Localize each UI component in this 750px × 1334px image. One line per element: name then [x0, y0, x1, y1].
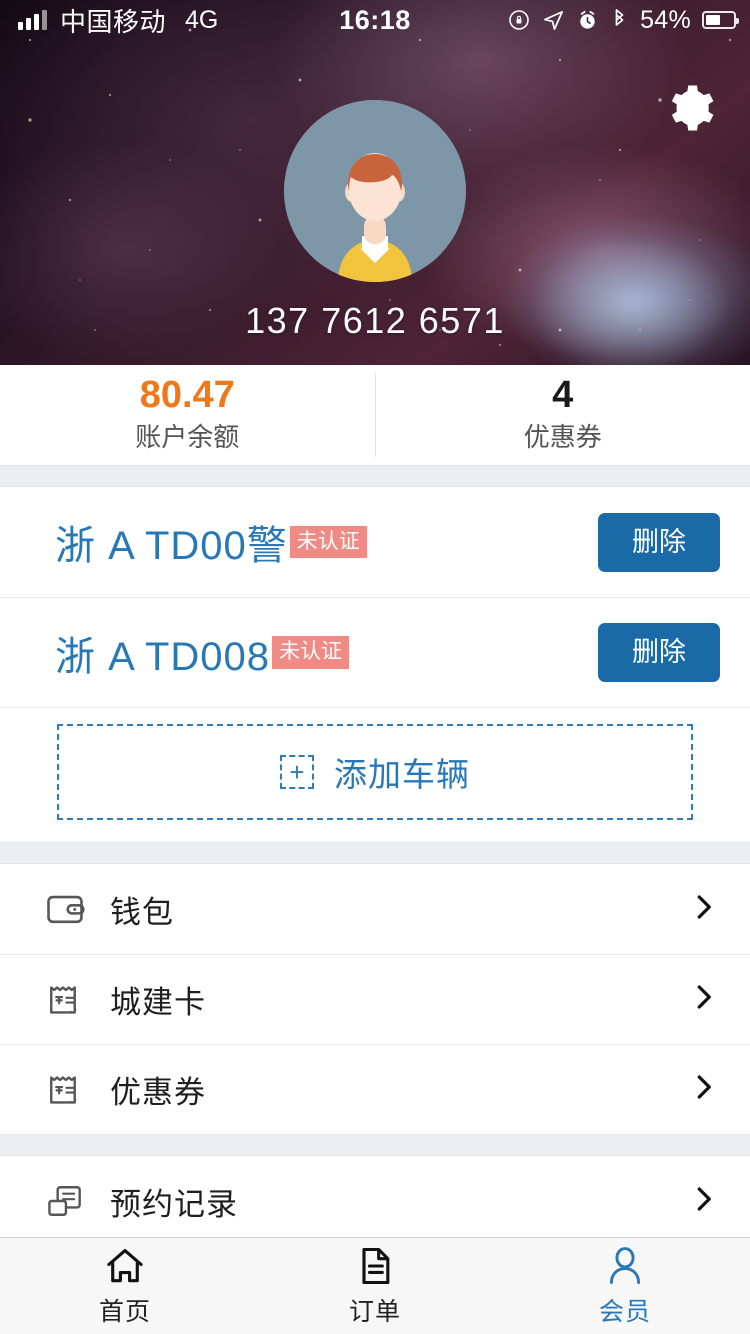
plate-container: 浙 A TD00警 未认证 — [55, 513, 598, 571]
phone-number: 137 7612 6571 — [245, 300, 505, 341]
nebula-glow — [520, 230, 740, 365]
battery-percent: 54% — [640, 5, 691, 34]
tab-home[interactable]: 首页 — [0, 1238, 250, 1334]
vehicle-list: 浙 A TD00警 未认证 删除 浙 A TD008 未认证 删除 + 添加车辆 — [0, 487, 750, 842]
status-badge: 未认证 — [272, 636, 350, 669]
coupon-icon — [42, 1067, 88, 1113]
chevron-right-icon — [688, 1184, 718, 1219]
add-vehicle-button[interactable]: + 添加车辆 — [57, 724, 693, 820]
menu-item-label: 预约记录 — [110, 1186, 238, 1222]
balance-value: 80.47 — [139, 374, 235, 417]
home-icon — [107, 1249, 143, 1283]
stat-coupons[interactable]: 4 优惠券 — [374, 373, 750, 457]
section-divider — [0, 465, 750, 487]
bluetooth-icon — [615, 9, 624, 26]
add-vehicle-container: + 添加车辆 — [0, 707, 750, 842]
plate-container: 浙 A TD008 未认证 — [55, 624, 598, 682]
avatar[interactable] — [284, 100, 466, 282]
plus-icon: + — [280, 755, 314, 789]
reservation-record-icon — [42, 1178, 88, 1224]
document-icon — [362, 1247, 390, 1285]
menu-group-secondary: 预约记录 — [0, 1156, 750, 1246]
coupon-count-label: 优惠券 — [523, 421, 602, 452]
vehicle-row[interactable]: 浙 A TD008 未认证 删除 — [0, 597, 750, 707]
status-badge: 未认证 — [289, 525, 367, 559]
bottom-tab-bar: 首页 订单 会员 — [0, 1237, 750, 1334]
app-screen: 137 7612 6571 中国移动 4G 16:18 54% 80.47 账户… — [0, 0, 750, 1334]
tab-label: 会员 — [598, 1298, 651, 1326]
profile-header: 137 7612 6571 中国移动 4G 16:18 54% — [0, 0, 750, 365]
voucher-card-icon — [42, 977, 88, 1023]
balance-label: 账户余额 — [135, 421, 240, 452]
battery-icon — [702, 11, 739, 29]
delete-vehicle-button[interactable]: 删除 — [598, 623, 720, 682]
status-bar: 中国移动 4G 16:18 54% — [0, 0, 750, 40]
add-vehicle-label: 添加车辆 — [334, 756, 470, 793]
settings-button[interactable] — [662, 78, 722, 138]
menu-item-city-card[interactable]: 城建卡 — [0, 954, 750, 1044]
tab-orders[interactable]: 订单 — [250, 1238, 500, 1334]
menu-item-reservations[interactable]: 预约记录 — [0, 1156, 750, 1246]
section-divider — [0, 842, 750, 864]
user-avatar-icon — [284, 100, 466, 282]
chevron-right-icon — [688, 1072, 718, 1107]
vehicle-row[interactable]: 浙 A TD00警 未认证 删除 — [0, 487, 750, 597]
tab-label: 首页 — [98, 1298, 151, 1326]
menu-item-wallet[interactable]: 钱包 — [0, 864, 750, 954]
plate-number: 浙 A TD00警 — [55, 524, 288, 568]
rotation-lock-icon — [509, 10, 529, 30]
chevron-right-icon — [688, 892, 718, 927]
stats-row: 80.47 账户余额 4 优惠券 — [0, 365, 750, 465]
menu-item-label: 钱包 — [110, 894, 174, 930]
alarm-clock-icon — [580, 10, 595, 29]
coupon-count-value: 4 — [552, 374, 574, 417]
menu-item-label: 优惠券 — [110, 1075, 206, 1110]
status-bar-right: 54% — [507, 5, 739, 35]
location-arrow-icon — [544, 10, 564, 30]
section-divider — [0, 1134, 750, 1156]
stat-balance[interactable]: 80.47 账户余额 — [0, 373, 375, 457]
wallet-icon — [42, 886, 88, 932]
gear-icon — [671, 85, 714, 131]
menu-item-coupons[interactable]: 优惠券 — [0, 1044, 750, 1134]
plate-number: 浙 A TD008 — [55, 634, 271, 679]
page-body: 80.47 账户余额 4 优惠券 浙 A TD00警 未认证 删除 浙 A TD… — [0, 365, 750, 1334]
tab-member[interactable]: 会员 — [500, 1238, 750, 1334]
menu-group-primary: 钱包 城建卡 优惠券 — [0, 864, 750, 1134]
person-icon — [609, 1247, 641, 1284]
chevron-right-icon — [688, 982, 718, 1017]
menu-item-label: 城建卡 — [110, 985, 206, 1020]
delete-vehicle-button[interactable]: 删除 — [598, 512, 720, 572]
tab-label: 订单 — [348, 1298, 401, 1326]
